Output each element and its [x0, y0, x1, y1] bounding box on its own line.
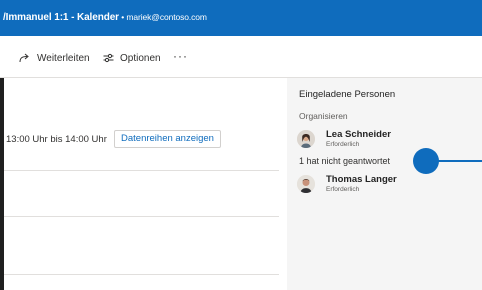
event-details-pane: 13:00 Uhr bis 14:00 Uhr Datenreihen anze… [0, 78, 285, 290]
attendee-role: Erforderlich [326, 141, 360, 148]
show-series-button[interactable]: Datenreihen anzeigen [114, 130, 221, 148]
account-email: mariek@contoso.com [126, 12, 207, 22]
options-button[interactable]: Optionen [103, 50, 161, 66]
callout-line [438, 160, 482, 162]
attendee-name: Lea Schneider [326, 129, 391, 140]
callout-marker [413, 148, 439, 174]
divider [4, 274, 279, 275]
forward-button[interactable]: Weiterleiten [19, 50, 90, 66]
forward-label: Weiterleiten [37, 52, 90, 64]
command-toolbar: Weiterleiten Optionen ··· [0, 36, 482, 78]
avatar [297, 130, 315, 148]
attendee-name: Thomas Langer [326, 174, 397, 185]
no-response-count: 1 hat nicht geantwortet [299, 156, 391, 166]
more-icon: ··· [173, 49, 188, 63]
forward-arrow-icon [19, 53, 29, 63]
app-title-bar: /Immanuel 1:1 - Kalender • mariek@contos… [0, 0, 482, 36]
avatar [297, 175, 315, 193]
window-title: /Immanuel 1:1 - Kalender • mariek@contos… [3, 12, 207, 23]
attendee-role: Erforderlich [326, 186, 360, 193]
attendees-heading: Eingeladene Personen [299, 89, 396, 100]
options-label: Optionen [120, 52, 161, 64]
event-time: 13:00 Uhr bis 14:00 Uhr [6, 134, 107, 145]
more-button[interactable]: ··· [173, 48, 188, 64]
divider [4, 170, 279, 171]
sliders-icon [103, 53, 114, 63]
divider [4, 216, 279, 217]
event-title: /Immanuel 1:1 - Kalender [3, 12, 119, 23]
left-edge-border [0, 78, 4, 290]
attendees-pane: Eingeladene Personen Organisieren Lea Sc… [287, 78, 482, 290]
organizer-label: Organisieren [299, 111, 348, 121]
